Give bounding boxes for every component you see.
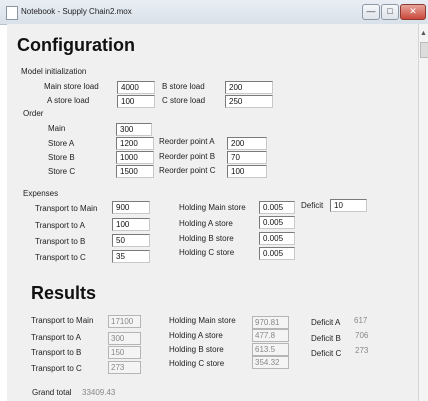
result-deficit-a-value: 617 (354, 316, 368, 325)
a-store-load-label: A store load (47, 96, 90, 105)
vertical-scrollbar[interactable]: ▲ (418, 24, 428, 401)
result-transport-c-label: Transport to C (31, 364, 82, 373)
grand-total-label: Grand total (32, 388, 72, 397)
order-store-c-input[interactable]: 1500 (116, 165, 154, 178)
expenses-label: Expenses (23, 189, 59, 198)
transport-main-input[interactable]: 900 (112, 201, 150, 214)
order-main-input[interactable]: 300 (116, 123, 152, 136)
transport-b-label: Transport to B (35, 237, 86, 246)
transport-a-input[interactable]: 100 (112, 218, 150, 231)
result-deficit-b-value: 706 (355, 331, 369, 340)
window-title: Notebook - Supply Chain2.mox (21, 7, 132, 16)
result-transport-b-value: 150 (108, 346, 141, 359)
result-holding-a-label: Holding A store (169, 331, 223, 340)
result-transport-b-label: Transport to B (31, 348, 82, 357)
main-store-load-input[interactable]: 4000 (117, 81, 155, 94)
order-label: Order (23, 109, 44, 118)
reorder-b-input[interactable]: 70 (227, 151, 267, 164)
main-store-load-label: Main store load (44, 82, 99, 91)
minimize-button[interactable]: — (362, 4, 380, 20)
transport-a-label: Transport to A (35, 221, 85, 230)
holding-main-input[interactable]: 0.005 (259, 201, 295, 214)
result-transport-a-value: 300 (108, 332, 141, 345)
order-store-a-label: Store A (48, 139, 75, 148)
configuration-heading: Configuration (17, 35, 135, 55)
result-transport-a-label: Transport to A (31, 333, 81, 342)
result-transport-c-value: 273 (108, 361, 141, 374)
result-holding-main-value: 970.81 (252, 316, 289, 329)
result-holding-c-label: Holding C store (169, 359, 225, 368)
holding-a-label: Holding A store (179, 219, 233, 228)
result-holding-a-value: 477.8 (252, 329, 289, 342)
order-store-b-label: Store B (48, 153, 75, 162)
result-holding-b-value: 613.5 (252, 343, 289, 356)
order-store-b-input[interactable]: 1000 (116, 151, 154, 164)
reorder-b-label: Reorder point B (159, 152, 216, 161)
result-deficit-b-label: Deficit B (311, 334, 341, 343)
deficit-label: Deficit (301, 201, 324, 210)
holding-c-input[interactable]: 0.005 (259, 247, 295, 260)
holding-b-label: Holding B store (179, 234, 234, 243)
a-store-load-input[interactable]: 100 (117, 95, 155, 108)
holding-c-label: Holding C store (179, 248, 235, 257)
b-store-load-input[interactable]: 200 (225, 81, 273, 94)
result-holding-c-value: 354.32 (252, 356, 289, 369)
result-deficit-c-value: 273 (355, 346, 369, 355)
result-transport-main-label: Transport to Main (31, 316, 94, 325)
result-transport-main-value: 17100 (108, 315, 141, 328)
order-main-label: Main (48, 124, 66, 133)
reorder-a-input[interactable]: 200 (227, 137, 267, 150)
order-store-c-label: Store C (48, 167, 76, 176)
grand-total-value: 33409.43 (82, 388, 116, 397)
result-deficit-c-label: Deficit C (311, 349, 342, 358)
b-store-load-label: B store load (162, 82, 205, 91)
result-deficit-a-label: Deficit A (311, 318, 341, 327)
maximize-button[interactable]: □ (381, 4, 399, 20)
notebook-icon (6, 6, 18, 20)
order-store-a-input[interactable]: 1200 (116, 137, 154, 150)
deficit-input[interactable]: 10 (330, 199, 367, 212)
c-store-load-input[interactable]: 250 (225, 95, 273, 108)
holding-main-label: Holding Main store (179, 203, 246, 212)
transport-main-label: Transport to Main (35, 204, 98, 213)
reorder-a-label: Reorder point A (159, 137, 215, 146)
transport-c-input[interactable]: 35 (112, 250, 150, 263)
c-store-load-label: C store load (162, 96, 206, 105)
transport-c-label: Transport to C (35, 253, 86, 262)
close-button[interactable]: ✕ (400, 4, 426, 20)
scroll-up-icon[interactable]: ▲ (420, 30, 427, 37)
reorder-c-label: Reorder point C (159, 166, 216, 175)
holding-a-input[interactable]: 0.005 (259, 216, 295, 229)
transport-b-input[interactable]: 50 (112, 234, 150, 247)
results-heading: Results (31, 283, 97, 303)
reorder-c-input[interactable]: 100 (227, 165, 267, 178)
holding-b-input[interactable]: 0.005 (259, 232, 295, 245)
model-init-label: Model initialization (21, 67, 87, 76)
result-holding-b-label: Holding B store (169, 345, 224, 354)
scroll-thumb[interactable] (420, 42, 428, 58)
result-holding-main-label: Holding Main store (169, 316, 236, 325)
